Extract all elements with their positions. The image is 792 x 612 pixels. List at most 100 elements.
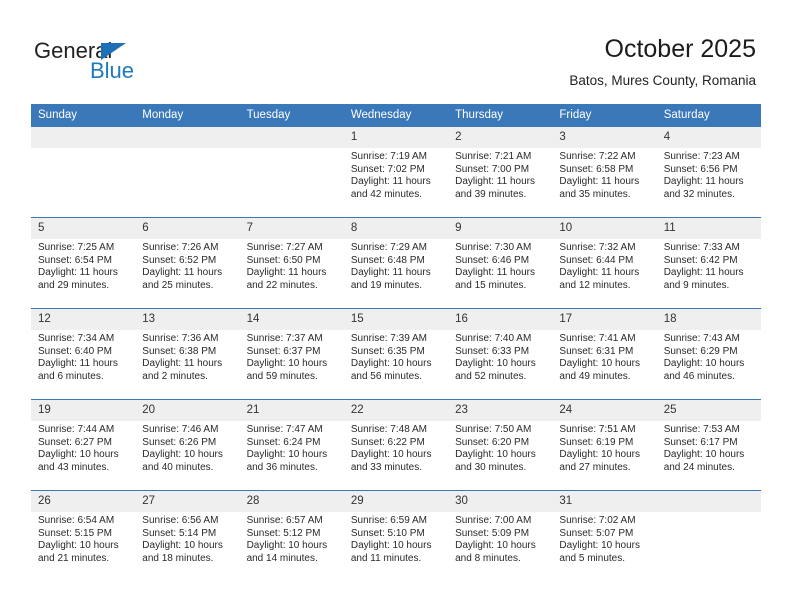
calendar-day-cell[interactable]: 6 Sunrise: 7:26 AM Sunset: 6:52 PM Daylight…	[135, 217, 240, 309]
day-number: 12	[31, 309, 136, 330]
calendar-day-cell[interactable]: 19 Sunrise: 7:44 AM Sunset: 6:27 PM Dayligh…	[31, 399, 136, 491]
sunset-time: Sunset: 6:26 PM	[142, 436, 217, 448]
day-details: Sunrise: 7:26 AM Sunset: 6:52 PM Daylight:…	[135, 239, 239, 292]
calendar-day-cell[interactable]: 12 Sunrise: 7:34 AM Sunset: 6:40 PM Dayligh…	[31, 308, 136, 400]
sunset-time: Sunset: 6:31 PM	[559, 345, 634, 357]
sunrise-time: Sunrise: 7:40 AM	[455, 333, 532, 344]
day-details: Sunrise: 7:23 AM Sunset: 6:56 PM Daylight:…	[657, 148, 761, 201]
day-details: Sunrise: 7:25 AM Sunset: 6:54 PM Daylight:…	[31, 239, 135, 292]
sunset-time: Sunset: 6:50 PM	[246, 254, 321, 266]
weekday-header-monday: Monday	[135, 104, 240, 127]
calendar-day-cell[interactable]: 10 Sunrise: 7:32 AM Sunset: 6:44 PM Dayligh…	[552, 217, 657, 309]
day-details: Sunrise: 7:37 AM Sunset: 6:37 PM Daylight:…	[240, 330, 344, 383]
calendar-day-cell[interactable]: 11 Sunrise: 7:33 AM Sunset: 6:42 PM Dayligh…	[656, 217, 761, 309]
calendar-page: General Blue October 2025 Batos, Mures C…	[0, 0, 792, 612]
daylight-duration-line2: and 49 minutes.	[559, 370, 631, 382]
calendar-day-cell[interactable]: 22 Sunrise: 7:48 AM Sunset: 6:22 PM Dayligh…	[343, 399, 449, 491]
calendar-day-cell[interactable]: 9 Sunrise: 7:30 AM Sunset: 6:46 PM Daylight…	[448, 217, 553, 309]
general-blue-logo[interactable]: General Blue	[34, 38, 234, 90]
calendar-day-cell[interactable]: 28 Sunrise: 6:57 AM Sunset: 5:12 PM Dayligh…	[239, 490, 344, 581]
calendar-day-cell[interactable]: 31 Sunrise: 7:02 AM Sunset: 5:07 PM Dayligh…	[552, 490, 657, 581]
day-details: Sunrise: 7:22 AM Sunset: 6:58 PM Daylight:…	[552, 148, 656, 201]
calendar-day-cell[interactable]: 3 Sunrise: 7:22 AM Sunset: 6:58 PM Daylight…	[552, 127, 657, 218]
sunset-time: Sunset: 6:20 PM	[455, 436, 530, 448]
calendar-day-cell[interactable]: 25 Sunrise: 7:53 AM Sunset: 6:17 PM Dayligh…	[656, 399, 761, 491]
sunrise-sunset-calendar: Sunday Monday Tuesday Wednesday Thursday…	[31, 104, 761, 581]
calendar-day-cell[interactable]: 1 Sunrise: 7:19 AM Sunset: 7:02 PM Daylight…	[343, 127, 449, 218]
calendar-day-cell[interactable]: 21 Sunrise: 7:47 AM Sunset: 6:24 PM Dayligh…	[239, 399, 344, 491]
calendar-day-cell[interactable]: 2 Sunrise: 7:21 AM Sunset: 7:00 PM Daylight…	[448, 127, 553, 218]
daylight-duration-line1: Daylight: 10 hours	[663, 449, 745, 461]
daylight-duration-line2: and 6 minutes.	[38, 370, 104, 382]
sunset-time: Sunset: 6:44 PM	[559, 254, 634, 266]
sunset-time: Sunset: 6:17 PM	[663, 436, 738, 448]
day-number: 10	[552, 218, 657, 239]
day-details: Sunrise: 7:43 AM Sunset: 6:29 PM Daylight:…	[657, 330, 761, 383]
weekday-header-friday: Friday	[552, 104, 657, 127]
day-details: Sunrise: 6:54 AM Sunset: 5:15 PM Daylight:…	[31, 512, 135, 565]
daylight-duration-line1: Daylight: 10 hours	[559, 358, 641, 370]
calendar-day-cell[interactable]: 7 Sunrise: 7:27 AM Sunset: 6:50 PM Daylight…	[239, 217, 344, 309]
calendar-day-cell[interactable]: 5 Sunrise: 7:25 AM Sunset: 6:54 PM Daylight…	[31, 217, 136, 309]
calendar-day-cell[interactable]: 20 Sunrise: 7:46 AM Sunset: 6:26 PM Dayligh…	[135, 399, 240, 491]
day-number: 2	[448, 127, 553, 148]
weekday-header-saturday: Saturday	[656, 104, 761, 127]
sunrise-time: Sunrise: 7:37 AM	[246, 333, 323, 344]
calendar-day-cell[interactable]: 23 Sunrise: 7:50 AM Sunset: 6:20 PM Dayligh…	[448, 399, 553, 491]
calendar-day-cell[interactable]: 17 Sunrise: 7:41 AM Sunset: 6:31 PM Dayligh…	[552, 308, 657, 400]
day-details: Sunrise: 7:30 AM Sunset: 6:46 PM Daylight:…	[448, 239, 552, 292]
day-number: 6	[135, 218, 240, 239]
sunrise-time: Sunrise: 7:41 AM	[559, 333, 636, 344]
sunrise-time: Sunrise: 7:19 AM	[350, 151, 427, 162]
sunrise-time: Sunrise: 7:32 AM	[559, 242, 636, 253]
sunset-time: Sunset: 6:48 PM	[350, 254, 425, 266]
calendar-day-cell[interactable]: 13 Sunrise: 7:36 AM Sunset: 6:38 PM Dayligh…	[135, 308, 240, 400]
sunrise-time: Sunrise: 7:30 AM	[455, 242, 532, 253]
calendar-week-row: 26 Sunrise: 6:54 AM Sunset: 5:15 PM Dayligh…	[31, 490, 761, 581]
page-subtitle: Batos, Mures County, Romania	[569, 73, 756, 88]
daylight-duration-line2: and 5 minutes.	[559, 552, 626, 564]
calendar-day-cell[interactable]: 4 Sunrise: 7:23 AM Sunset: 6:56 PM Daylight…	[656, 127, 761, 218]
calendar-day-cell[interactable]: 14 Sunrise: 7:37 AM Sunset: 6:37 PM Dayligh…	[239, 308, 344, 400]
daylight-duration-line2: and 14 minutes.	[246, 552, 318, 564]
day-number: 11	[656, 218, 761, 239]
calendar-day-cell[interactable]: 30 Sunrise: 7:00 AM Sunset: 5:09 PM Dayligh…	[448, 490, 553, 581]
daylight-duration-line1: Daylight: 11 hours	[38, 358, 118, 370]
day-details: Sunrise: 7:21 AM Sunset: 7:00 PM Daylight:…	[448, 148, 552, 201]
daylight-duration-line1: Daylight: 10 hours	[350, 358, 432, 370]
calendar-day-cell[interactable]: 15 Sunrise: 7:39 AM Sunset: 6:35 PM Dayligh…	[343, 308, 449, 400]
daylight-duration-line1: Daylight: 10 hours	[663, 358, 745, 370]
sunset-time: Sunset: 6:42 PM	[663, 254, 738, 266]
calendar-day-cell[interactable]: 8 Sunrise: 7:29 AM Sunset: 6:48 PM Daylight…	[343, 217, 449, 309]
daylight-duration-line2: and 21 minutes.	[38, 552, 110, 564]
sunrise-time: Sunrise: 7:33 AM	[663, 242, 740, 253]
day-details: Sunrise: 7:27 AM Sunset: 6:50 PM Daylight:…	[240, 239, 344, 292]
day-number: 26	[31, 491, 136, 512]
sunset-time: Sunset: 6:54 PM	[38, 254, 112, 266]
day-number	[31, 127, 136, 148]
day-details: Sunrise: 7:44 AM Sunset: 6:27 PM Daylight:…	[31, 421, 135, 474]
calendar-week-row: 1 Sunrise: 7:19 AM Sunset: 7:02 PM Daylight…	[31, 127, 761, 218]
calendar-week-row: 19 Sunrise: 7:44 AM Sunset: 6:27 PM Dayligh…	[31, 399, 761, 491]
sunset-time: Sunset: 7:02 PM	[350, 163, 425, 175]
daylight-duration-line2: and 11 minutes.	[350, 552, 422, 564]
day-number: 31	[552, 491, 657, 512]
daylight-duration-line1: Daylight: 11 hours	[559, 176, 640, 188]
sunrise-time: Sunrise: 7:50 AM	[455, 424, 532, 435]
calendar-day-cell[interactable]: 26 Sunrise: 6:54 AM Sunset: 5:15 PM Dayligh…	[31, 490, 136, 581]
calendar-day-cell[interactable]: 16 Sunrise: 7:40 AM Sunset: 6:33 PM Dayligh…	[448, 308, 553, 400]
sunset-time: Sunset: 6:24 PM	[246, 436, 321, 448]
day-number: 5	[31, 218, 136, 239]
calendar-day-cell[interactable]: 29 Sunrise: 6:59 AM Sunset: 5:10 PM Dayligh…	[343, 490, 449, 581]
day-number	[239, 127, 344, 148]
calendar-day-cell[interactable]: 24 Sunrise: 7:51 AM Sunset: 6:19 PM Dayligh…	[552, 399, 657, 491]
calendar-day-cell[interactable]: 27 Sunrise: 6:56 AM Sunset: 5:14 PM Dayligh…	[135, 490, 240, 581]
sunrise-time: Sunrise: 7:36 AM	[142, 333, 219, 344]
sunrise-time: Sunrise: 7:29 AM	[350, 242, 427, 253]
daylight-duration-line2: and 52 minutes.	[455, 370, 527, 382]
sunrise-time: Sunrise: 7:53 AM	[663, 424, 740, 435]
day-number: 22	[343, 400, 449, 421]
day-details: Sunrise: 7:47 AM Sunset: 6:24 PM Daylight:…	[240, 421, 344, 474]
sunrise-time: Sunrise: 7:47 AM	[246, 424, 323, 435]
calendar-day-cell[interactable]: 18 Sunrise: 7:43 AM Sunset: 6:29 PM Dayligh…	[656, 308, 761, 400]
